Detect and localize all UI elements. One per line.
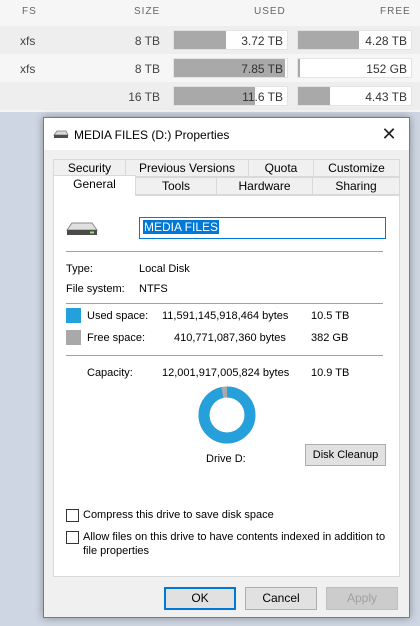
- properties-dialog: MEDIA FILES (D:) Properties ✕ Security P…: [43, 117, 410, 618]
- drive-name-input[interactable]: MEDIA FILES: [139, 217, 386, 239]
- type-value: Local Disk: [139, 263, 190, 275]
- tab-sharing[interactable]: Sharing: [312, 177, 400, 195]
- index-label-line1[interactable]: Allow files on this drive to have conten…: [83, 531, 385, 543]
- used-value: 3.72 TB: [241, 34, 283, 48]
- table-header: FS SIZE USED FREE: [0, 0, 420, 22]
- table-row[interactable]: xfs 8 TB 3.72 TB 4.28 TB: [0, 26, 420, 54]
- tab-tools[interactable]: Tools: [135, 177, 217, 195]
- disk-cleanup-button[interactable]: Disk Cleanup: [305, 444, 386, 466]
- disk-cleanup-label: Disk Cleanup: [312, 449, 379, 461]
- drive-label: Drive D:: [206, 453, 246, 465]
- used-space-swatch: [66, 308, 81, 323]
- free-space-bytes: 410,771,087,360 bytes: [174, 332, 286, 344]
- free-bar-fill: [298, 31, 360, 49]
- used-bar-fill: [174, 31, 226, 49]
- used-bar: 11.6 TB: [173, 86, 288, 106]
- separator: [66, 303, 383, 304]
- donut-used-segment: [198, 386, 256, 444]
- tab-customize[interactable]: Customize: [313, 159, 400, 177]
- capacity-label: Capacity:: [87, 367, 133, 379]
- cancel-button[interactable]: Cancel: [245, 587, 317, 610]
- type-label: Type:: [66, 263, 93, 275]
- used-bar: 7.85 TB: [173, 58, 288, 78]
- apply-button[interactable]: Apply: [326, 587, 398, 610]
- separator: [66, 355, 383, 356]
- table-row-total[interactable]: 16 TB 11.6 TB 4.43 TB: [0, 82, 420, 110]
- table-row[interactable]: xfs 8 TB 7.85 TB 152 GB: [0, 54, 420, 82]
- header-fs: FS: [22, 6, 37, 17]
- compress-label[interactable]: Compress this drive to save disk space: [83, 509, 274, 521]
- row-size: 8 TB: [134, 62, 160, 76]
- file-system-label: File system:: [66, 283, 125, 295]
- capacity-bytes: 12,001,917,005,824 bytes: [162, 367, 290, 379]
- tab-previous-versions[interactable]: Previous Versions: [125, 159, 249, 177]
- separator: [66, 251, 383, 252]
- free-bar: 152 GB: [297, 58, 412, 78]
- used-space-size: 10.5 TB: [311, 310, 350, 322]
- free-bar-fill: [298, 59, 301, 77]
- compress-checkbox[interactable]: [66, 509, 79, 522]
- row-size: 16 TB: [128, 90, 160, 104]
- free-bar: 4.43 TB: [297, 86, 412, 106]
- disk-usage-table: FS SIZE USED FREE xfs 8 TB 3.72 TB 4.28 …: [0, 0, 420, 112]
- free-space-size: 382 GB: [311, 332, 349, 344]
- used-value: 7.85 TB: [241, 62, 283, 76]
- usage-donut-chart: [198, 386, 256, 444]
- header-size: SIZE: [134, 6, 161, 17]
- free-space-swatch: [66, 330, 81, 345]
- capacity-size: 10.9 TB: [311, 367, 350, 379]
- tab-hardware[interactable]: Hardware: [216, 177, 313, 195]
- index-label-line2[interactable]: file properties: [83, 545, 149, 557]
- free-space-label: Free space:: [87, 332, 146, 344]
- index-checkbox[interactable]: [66, 531, 79, 544]
- file-system-value: NTFS: [139, 283, 168, 295]
- row-fs: xfs: [20, 34, 36, 48]
- used-value: 11.6 TB: [242, 90, 283, 104]
- ok-button[interactable]: OK: [164, 587, 236, 610]
- free-bar: 4.28 TB: [297, 30, 412, 50]
- title-bar[interactable]: MEDIA FILES (D:) Properties ✕: [44, 118, 409, 150]
- close-button[interactable]: ✕: [369, 118, 409, 150]
- dialog-title: MEDIA FILES (D:) Properties: [74, 128, 230, 142]
- row-size: 8 TB: [134, 34, 160, 48]
- drive-icon: [53, 130, 69, 138]
- free-value: 4.28 TB: [365, 34, 407, 48]
- drive-large-icon: [66, 222, 98, 235]
- header-free: FREE: [380, 6, 411, 17]
- used-space-bytes: 11,591,145,918,464 bytes: [162, 310, 289, 322]
- free-value: 4.43 TB: [365, 90, 407, 104]
- free-value: 152 GB: [366, 62, 407, 76]
- general-tab-panel: MEDIA FILES Type: Local Disk File system…: [53, 195, 400, 577]
- tab-quota[interactable]: Quota: [248, 159, 314, 177]
- row-fs: xfs: [20, 62, 36, 76]
- free-bar-fill: [298, 87, 330, 105]
- header-used: USED: [254, 6, 286, 17]
- used-bar: 3.72 TB: [173, 30, 288, 50]
- used-space-label: Used space:: [87, 310, 149, 322]
- drive-name-text: MEDIA FILES: [143, 220, 220, 234]
- tab-general[interactable]: General: [53, 175, 136, 196]
